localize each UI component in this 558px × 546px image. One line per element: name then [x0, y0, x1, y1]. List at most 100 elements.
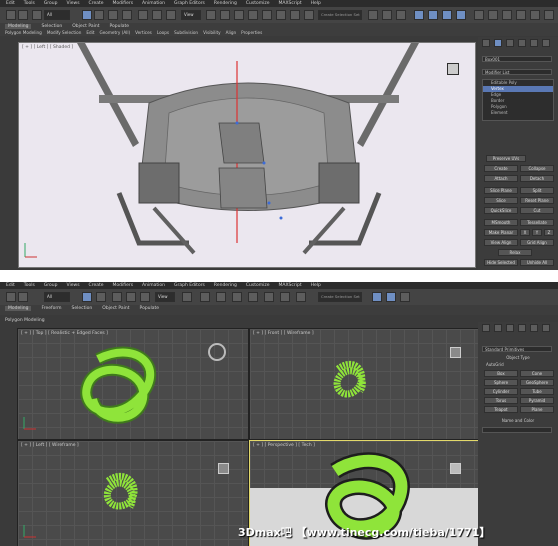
utilities-tab-icon[interactable]	[542, 324, 550, 332]
menu-views[interactable]: Views	[67, 1, 80, 6]
modifier-list-dropdown[interactable]: Modifier List	[482, 69, 552, 75]
menu-views[interactable]: Views	[67, 283, 80, 288]
percent-snap-icon[interactable]	[262, 10, 272, 20]
angle-snap-icon[interactable]	[248, 10, 258, 20]
menu-edit[interactable]: Edit	[6, 1, 15, 6]
z-button[interactable]: Z	[544, 229, 554, 236]
msmooth-button[interactable]: MSmooth	[484, 219, 518, 226]
modify-tab-icon[interactable]	[494, 39, 502, 47]
attach-button[interactable]: Attach	[484, 175, 518, 182]
menu-animation[interactable]: Animation	[142, 283, 165, 288]
viewcube-icon[interactable]	[208, 343, 226, 361]
front-viewport[interactable]: [ + ] [ Front ] [ Wireframe ]	[249, 328, 479, 440]
ribbon-properties[interactable]: Properties	[241, 30, 262, 35]
snaps-icon[interactable]	[234, 10, 244, 20]
left-viewport[interactable]: [ + ] [ Left ] [ Wireframe ]	[17, 440, 249, 546]
menu-customize[interactable]: Customize	[246, 283, 270, 288]
utilities-tab-icon[interactable]	[542, 39, 550, 47]
menu-graph-editors[interactable]: Graph Editors	[174, 1, 205, 6]
ribbon-polygon-modeling[interactable]: Polygon Modeling	[5, 30, 42, 35]
tab-object-paint[interactable]: Object Paint	[72, 24, 99, 29]
menu-maxscript[interactable]: MAXScript	[279, 1, 302, 6]
motion-tab-icon[interactable]	[518, 324, 526, 332]
tab-modeling[interactable]: Modeling	[5, 306, 32, 311]
modify-tab-icon[interactable]	[494, 324, 502, 332]
ribbon-loops[interactable]: Loops	[157, 30, 169, 35]
unhide-all-button[interactable]: Unhide All	[520, 259, 554, 266]
redo-icon[interactable]	[18, 10, 28, 20]
select-manipulate-icon[interactable]	[220, 10, 230, 20]
tessellate-button[interactable]: Tessellate	[520, 219, 554, 226]
select-by-name-icon[interactable]	[94, 10, 104, 20]
ribbon-edit[interactable]: Edit	[86, 30, 94, 35]
material-editor-icon[interactable]	[372, 292, 382, 302]
render-frame-icon[interactable]	[474, 10, 484, 20]
help-icon[interactable]	[530, 10, 540, 20]
reference-coord-dropdown[interactable]: View	[155, 292, 175, 302]
menu-group[interactable]: Group	[44, 1, 58, 6]
render-icon[interactable]	[488, 10, 498, 20]
material-editor-icon[interactable]	[442, 10, 452, 20]
ribbon-geometry[interactable]: Geometry (All)	[99, 30, 130, 35]
selection-filter-dropdown[interactable]: All	[44, 10, 70, 20]
category-dropdown[interactable]: Standard Primitives	[482, 346, 552, 352]
menu-modifiers[interactable]: Modifiers	[113, 283, 134, 288]
tab-object-paint[interactable]: Object Paint	[102, 306, 129, 311]
ribbon-subdivision[interactable]: Subdivision	[174, 30, 198, 35]
left-viewport[interactable]: [ + ] [ Left ] [ Shaded ]	[18, 42, 476, 268]
tab-populate[interactable]: Populate	[140, 306, 160, 311]
ribbon-toggle-icon[interactable]	[396, 10, 406, 20]
menu-edit[interactable]: Edit	[6, 283, 15, 288]
x-button[interactable]: X	[520, 229, 530, 236]
menu-help[interactable]: Help	[311, 283, 321, 288]
redo-icon[interactable]	[18, 292, 28, 302]
window-crossing-icon[interactable]	[122, 10, 132, 20]
menu-animation[interactable]: Animation	[142, 1, 165, 6]
align-icon[interactable]	[264, 292, 274, 302]
y-button[interactable]: Y	[532, 229, 542, 236]
spinner-snap-icon[interactable]	[276, 10, 286, 20]
object-name-field[interactable]	[482, 427, 552, 433]
split-checkbox[interactable]: Split	[520, 187, 554, 194]
ribbon-polygon-modeling[interactable]: Polygon Modeling	[5, 318, 45, 323]
tab-selection[interactable]: Selection	[72, 306, 93, 311]
display-tab-icon[interactable]	[530, 324, 538, 332]
layer-icon[interactable]	[280, 292, 290, 302]
relax-button[interactable]: Relax	[498, 249, 532, 256]
scale-icon[interactable]	[166, 10, 176, 20]
render-icon[interactable]	[400, 292, 410, 302]
rect-select-icon[interactable]	[108, 10, 118, 20]
snaps-icon[interactable]	[200, 292, 210, 302]
ribbon-visibility[interactable]: Visibility	[203, 30, 221, 35]
mirror-icon[interactable]	[248, 292, 258, 302]
ribbon-align[interactable]: Align	[226, 30, 237, 35]
detach-button[interactable]: Detach	[520, 175, 554, 182]
autogrid-checkbox[interactable]: AutoGrid	[486, 362, 504, 367]
undo-icon[interactable]	[6, 292, 16, 302]
max-icon[interactable]	[544, 10, 554, 20]
menu-customize[interactable]: Customize	[246, 1, 270, 6]
rotate-icon[interactable]	[126, 292, 136, 302]
top-viewport[interactable]: [ + ] [ Top ] [ Realistic + Edged Faces …	[17, 328, 249, 440]
box-button[interactable]: Box	[484, 370, 518, 377]
menu-rendering[interactable]: Rendering	[214, 283, 237, 288]
quickslice-button[interactable]: QuickSlice	[484, 207, 518, 214]
menu-group[interactable]: Group	[44, 283, 58, 288]
schematic-view-icon[interactable]	[428, 10, 438, 20]
selection-filter-dropdown[interactable]: All	[44, 292, 70, 302]
align-icon[interactable]	[368, 10, 378, 20]
cone-button[interactable]: Cone	[520, 370, 554, 377]
preserve-uvs-checkbox[interactable]: Preserve UVs	[486, 155, 526, 162]
motion-tab-icon[interactable]	[518, 39, 526, 47]
menu-tools[interactable]: Tools	[24, 1, 35, 6]
menu-rendering[interactable]: Rendering	[214, 1, 237, 6]
scale-icon[interactable]	[140, 292, 150, 302]
curve-editor-icon[interactable]	[296, 292, 306, 302]
viewcube-icon[interactable]	[450, 463, 461, 474]
hierarchy-tab-icon[interactable]	[506, 324, 514, 332]
tab-populate[interactable]: Populate	[109, 24, 129, 29]
pivot-icon[interactable]	[206, 10, 216, 20]
hierarchy-tab-icon[interactable]	[506, 39, 514, 47]
menu-maxscript[interactable]: MAXScript	[279, 283, 302, 288]
select-by-name-icon[interactable]	[96, 292, 106, 302]
